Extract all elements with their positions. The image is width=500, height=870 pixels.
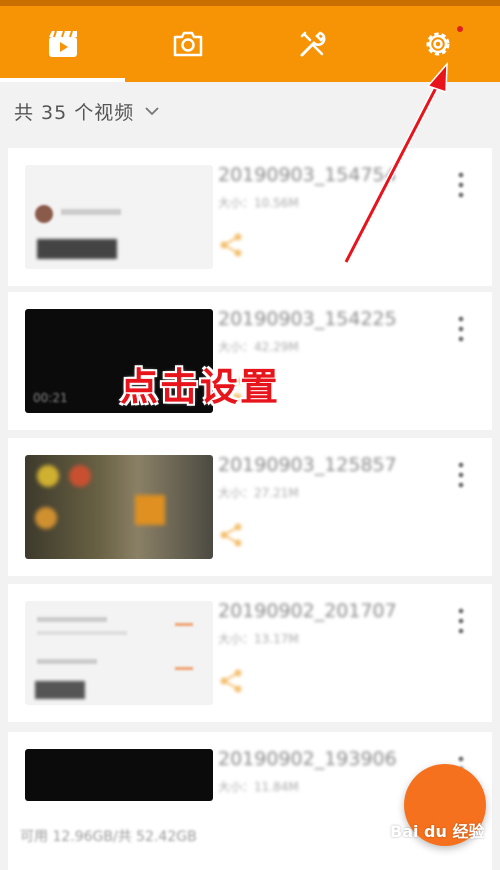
video-meta: 大小：13.17M: [218, 632, 299, 646]
video-clapper-icon: [48, 30, 77, 57]
top-navigation-bar: [0, 6, 500, 82]
notification-badge: [457, 26, 463, 32]
watermark: Bai du 经验: [390, 822, 485, 841]
tools-icon: [300, 31, 326, 57]
tab-videos[interactable]: [0, 6, 125, 82]
video-meta: 大小：42.29M: [218, 340, 299, 354]
list-item[interactable]: 20190903_125857 大小：27.21M: [8, 438, 492, 576]
video-thumbnail: [25, 455, 213, 559]
share-icon[interactable]: [218, 522, 244, 548]
more-options-icon[interactable]: [455, 460, 467, 490]
share-icon[interactable]: [218, 668, 244, 694]
video-thumbnail: [25, 749, 213, 801]
video-meta: 大小：11.84M: [218, 780, 299, 794]
video-title: 20190903_125857: [218, 454, 397, 476]
video-title: 20190903_154225: [218, 308, 397, 330]
more-options-icon[interactable]: [455, 314, 467, 344]
video-title: 20190903_154754: [218, 164, 397, 186]
annotation-label: 点击设置: [120, 365, 281, 409]
tab-tools[interactable]: [250, 6, 375, 82]
tab-settings[interactable]: [375, 6, 500, 82]
gear-icon: [426, 32, 449, 56]
more-options-icon[interactable]: [455, 606, 467, 636]
video-meta: 大小：27.21M: [218, 486, 299, 500]
video-meta: 大小：10.56M: [218, 196, 299, 210]
video-thumbnail: [25, 165, 213, 269]
list-item[interactable]: 20190902_201707 大小：13.17M: [8, 584, 492, 722]
camera-icon: [173, 31, 202, 57]
storage-info: 可用 12.96GB/共 52.42GB: [20, 829, 197, 845]
video-title: 20190902_193906: [218, 748, 397, 770]
video-title: 20190902_201707: [218, 600, 397, 622]
share-icon[interactable]: [218, 232, 244, 258]
tab-camera[interactable]: [125, 6, 250, 82]
video-duration: 00:21: [33, 391, 68, 405]
video-count-label[interactable]: 共 35 个视频: [14, 98, 134, 125]
video-thumbnail: [25, 601, 213, 705]
list-header: 共 35 个视频: [0, 82, 500, 140]
more-options-icon[interactable]: [455, 170, 467, 200]
chevron-down-icon[interactable]: [144, 103, 160, 119]
list-item[interactable]: 20190903_154754 大小：10.56M: [8, 148, 492, 286]
